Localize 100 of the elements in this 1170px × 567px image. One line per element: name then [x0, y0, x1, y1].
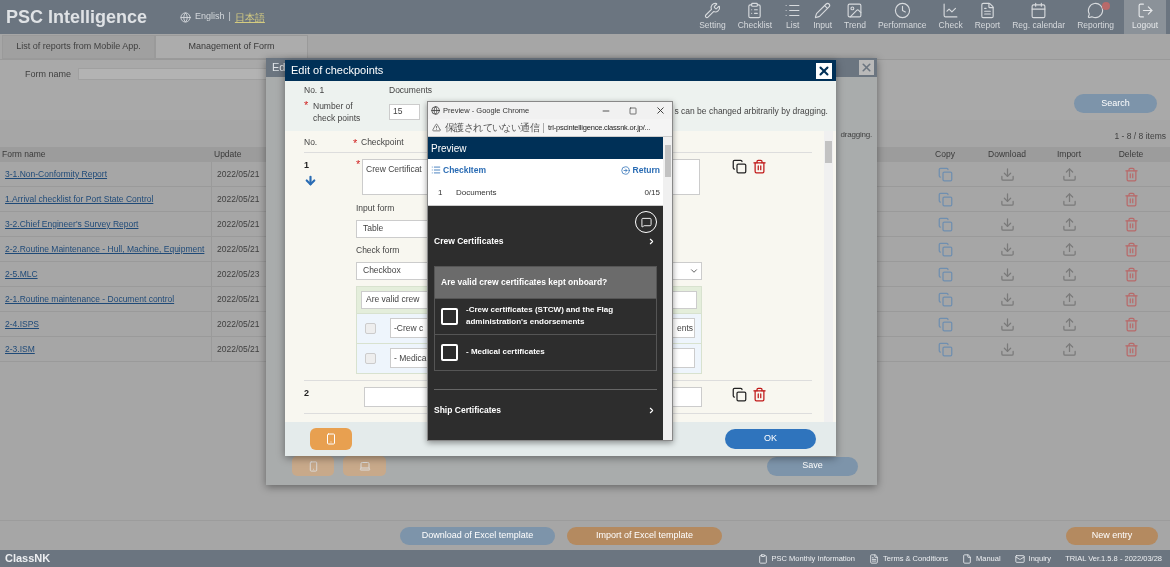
language-link[interactable]: English [195, 10, 225, 24]
item-count: 1 - 8 / 8 items [1114, 130, 1166, 143]
tab[interactable]: List of reports from Mobile App. [2, 35, 155, 59]
warning-icon [432, 123, 441, 132]
mail-icon [1014, 553, 1025, 564]
question-text: Are valid crew certificates kept onboard? [441, 275, 608, 289]
download-icon[interactable] [999, 316, 1015, 332]
mobile-view-button[interactable] [310, 428, 352, 450]
close-button[interactable] [816, 62, 832, 79]
security-label: 保護されていない通信 [445, 121, 539, 135]
option-text: -Crew certificates (STCW) and the Flag administration's endorsements [466, 304, 615, 329]
preview-title: Preview [431, 141, 467, 156]
ok-button[interactable]: OK [725, 429, 816, 449]
download-template-button[interactable]: Download of Excel template [400, 526, 555, 545]
column-header: No. [304, 136, 319, 149]
checkbox[interactable] [365, 352, 376, 364]
comment-icon [640, 216, 652, 228]
nav-item[interactable]: Setting [693, 0, 732, 34]
table-cell: 2022/05/23 [217, 267, 260, 281]
checkpoint-number: 1 [304, 159, 310, 172]
checklist-number: No. 1 [304, 84, 326, 97]
upload-icon[interactable] [1061, 291, 1077, 307]
app-title: PSC Intelligence [5, 5, 149, 29]
checkitem-link[interactable]: CheckItem [443, 163, 486, 177]
clipboard-icon [757, 553, 768, 564]
nav-item[interactable]: Input [807, 0, 839, 34]
checkbox[interactable] [365, 322, 376, 334]
nav-item[interactable]: Trend [838, 0, 872, 34]
logout-icon [1136, 2, 1154, 20]
section-title[interactable]: Crew Certificates [434, 235, 504, 248]
save-button[interactable]: Save [767, 456, 858, 476]
nav-item[interactable]: Logout [1124, 0, 1166, 34]
table-cell: 2022/05/21 [217, 192, 260, 206]
section-title[interactable]: Ship Certificates [434, 403, 502, 417]
language-separator: | [228, 10, 231, 24]
brand-name: ClassNK [4, 551, 51, 567]
upload-icon[interactable] [1061, 191, 1077, 207]
close-icon[interactable] [655, 105, 666, 116]
upload-icon[interactable] [1061, 166, 1077, 182]
form-name-link[interactable]: 3-1.Non-Conformity Report [0, 162, 212, 186]
trash-icon[interactable] [752, 386, 767, 402]
nav-item[interactable]: Reg. calendar [1006, 0, 1072, 34]
download-icon[interactable] [999, 266, 1015, 282]
download-icon[interactable] [999, 341, 1015, 357]
form-name-field[interactable] [78, 68, 268, 80]
list-icon [431, 165, 441, 175]
mobile-view-button[interactable] [292, 456, 334, 476]
field-label: Number of check points [313, 99, 362, 124]
wrench-icon [703, 2, 721, 20]
download-icon[interactable] [999, 166, 1015, 182]
search-button[interactable]: Search [1074, 94, 1157, 113]
form-name-link[interactable]: 2-2.Routine Maintenance - Hull, Machine, Equipment [0, 237, 212, 261]
import-template-button[interactable]: Import of Excel template [567, 526, 722, 545]
column-header: Update [213, 148, 242, 161]
upload-icon[interactable] [1061, 216, 1077, 232]
nav-item[interactable]: Report [968, 0, 1007, 34]
number-input[interactable]: 15 [389, 103, 420, 120]
download-icon[interactable] [999, 241, 1015, 257]
item-name: Documents [456, 187, 497, 199]
form-name-link[interactable]: 2-4.ISPS [0, 312, 212, 336]
clock-icon [893, 2, 911, 20]
down-arrow-icon[interactable] [304, 173, 317, 187]
upload-icon[interactable] [1061, 316, 1077, 332]
return-link[interactable]: Return [632, 163, 660, 177]
form-name-link[interactable]: 2-3.ISM [0, 337, 212, 361]
nav-item[interactable]: Performance [871, 0, 933, 34]
language-link[interactable]: 日本語 [234, 9, 265, 25]
required-mark: * [304, 99, 310, 113]
checkpoint-number: 2 [304, 386, 310, 400]
nav-item[interactable]: List [778, 0, 808, 34]
form-name-link[interactable]: 1.Arrival checklist for Port State Control [0, 187, 212, 211]
required-mark: * [356, 159, 362, 172]
download-icon[interactable] [999, 191, 1015, 207]
nav-item[interactable]: Reporting [1071, 0, 1120, 34]
column-header: Download [987, 148, 1027, 161]
new-entry-button[interactable]: New entry [1066, 526, 1158, 545]
hint-text: dragging. [840, 129, 872, 141]
option-text: - Medical certificates [466, 346, 545, 359]
form-name-link[interactable]: 3-2.Chief Engineer's Survey Report [0, 212, 212, 236]
copy-icon[interactable] [732, 159, 747, 174]
desktop-view-button[interactable] [343, 456, 386, 476]
tab[interactable]: Management of Form [155, 35, 308, 59]
hint-text: s can be changed arbitrarily by dragging. [674, 105, 828, 119]
column-header: Copy [934, 148, 956, 161]
maximize-icon[interactable] [629, 106, 637, 115]
pencil-icon [814, 2, 832, 20]
upload-icon[interactable] [1061, 266, 1077, 282]
form-name-link[interactable]: 2-5.MLC [0, 262, 212, 286]
download-icon[interactable] [999, 216, 1015, 232]
trash-icon[interactable] [752, 159, 767, 174]
nav-item[interactable]: Checklist [731, 0, 779, 34]
speech-bubble-icon [1087, 2, 1105, 20]
download-icon[interactable] [999, 291, 1015, 307]
copy-icon[interactable] [732, 386, 747, 402]
column-header: Delete [1117, 148, 1145, 161]
nav-item[interactable]: Check [932, 0, 969, 34]
close-icon [860, 61, 873, 74]
upload-icon[interactable] [1061, 241, 1077, 257]
upload-icon[interactable] [1061, 341, 1077, 357]
form-name-link[interactable]: 2-1.Routine maintenance - Document control [0, 287, 212, 311]
